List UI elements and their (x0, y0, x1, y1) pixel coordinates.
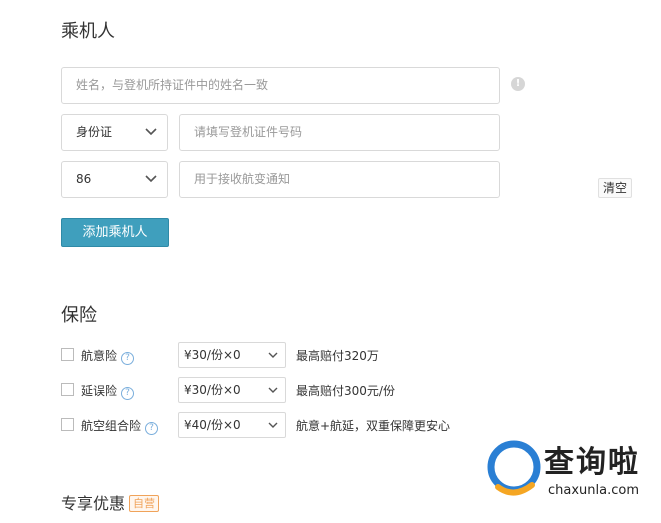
name-input[interactable]: 姓名，与登机所持证件中的姓名一致 (61, 67, 500, 104)
insurance-description: 航意+航延，双重保障更安心 (296, 419, 451, 433)
insurance-quantity-select[interactable]: ¥30/份×0 (178, 377, 286, 403)
insurance-row: 航意险? ¥30/份×0 最高赔付320万 (61, 342, 481, 368)
insurance-quantity-select[interactable]: ¥40/份×0 (178, 412, 286, 438)
chevron-down-icon (145, 175, 157, 183)
insurance-checkbox[interactable] (61, 383, 74, 396)
insurance-row: 航空组合险? ¥40/份×0 航意+航延，双重保障更安心 (61, 412, 481, 438)
promo-title-text: 专享优惠 (61, 494, 126, 513)
add-passenger-button[interactable]: 添加乘机人 (61, 218, 169, 247)
id-number-input[interactable]: 请填写登机证件号码 (179, 114, 500, 151)
insurance-option-value: ¥40/份×0 (184, 418, 241, 432)
phone-input[interactable]: 用于接收航变通知 (179, 161, 500, 198)
insurance-checkbox[interactable] (61, 418, 74, 431)
chevron-down-icon (268, 422, 278, 428)
insurance-name: 延误险 (81, 384, 118, 398)
chevron-down-icon (145, 128, 157, 136)
clear-button[interactable]: 清空 (598, 178, 632, 198)
promo-section-title: 专享优惠 自营 (61, 490, 160, 514)
passenger-section-title: 乘机人 (61, 21, 115, 42)
country-code-select[interactable]: 86 (61, 161, 168, 198)
watermark-url: chaxunla.com (548, 483, 639, 498)
insurance-name: 航意险 (81, 349, 118, 363)
insurance-description: 最高赔付300元/份 (296, 384, 395, 398)
chevron-down-icon (268, 387, 278, 393)
insurance-option-value: ¥30/份×0 (184, 383, 241, 397)
insurance-quantity-select[interactable]: ¥30/份×0 (178, 342, 286, 368)
insurance-row: 延误险? ¥30/份×0 最高赔付300元/份 (61, 377, 481, 403)
insurance-name: 航空组合险 (81, 419, 142, 433)
exclamation-circle-icon: ! (511, 77, 525, 91)
id-type-select[interactable]: 身份证 (61, 114, 168, 151)
question-circle-icon[interactable]: ? (121, 352, 135, 365)
insurance-option-value: ¥30/份×0 (184, 348, 241, 362)
country-code-selected-value: 86 (76, 172, 92, 186)
watermark-text: 查询啦 (544, 445, 640, 480)
question-circle-icon[interactable]: ? (145, 422, 159, 435)
question-circle-icon[interactable]: ? (121, 387, 135, 400)
chevron-down-icon (268, 352, 278, 358)
insurance-checkbox[interactable] (61, 348, 74, 361)
promo-badge: 自营 (129, 495, 160, 512)
insurance-description: 最高赔付320万 (296, 349, 379, 363)
insurance-section-title: 保险 (61, 305, 97, 326)
id-type-selected-value: 身份证 (76, 125, 113, 139)
